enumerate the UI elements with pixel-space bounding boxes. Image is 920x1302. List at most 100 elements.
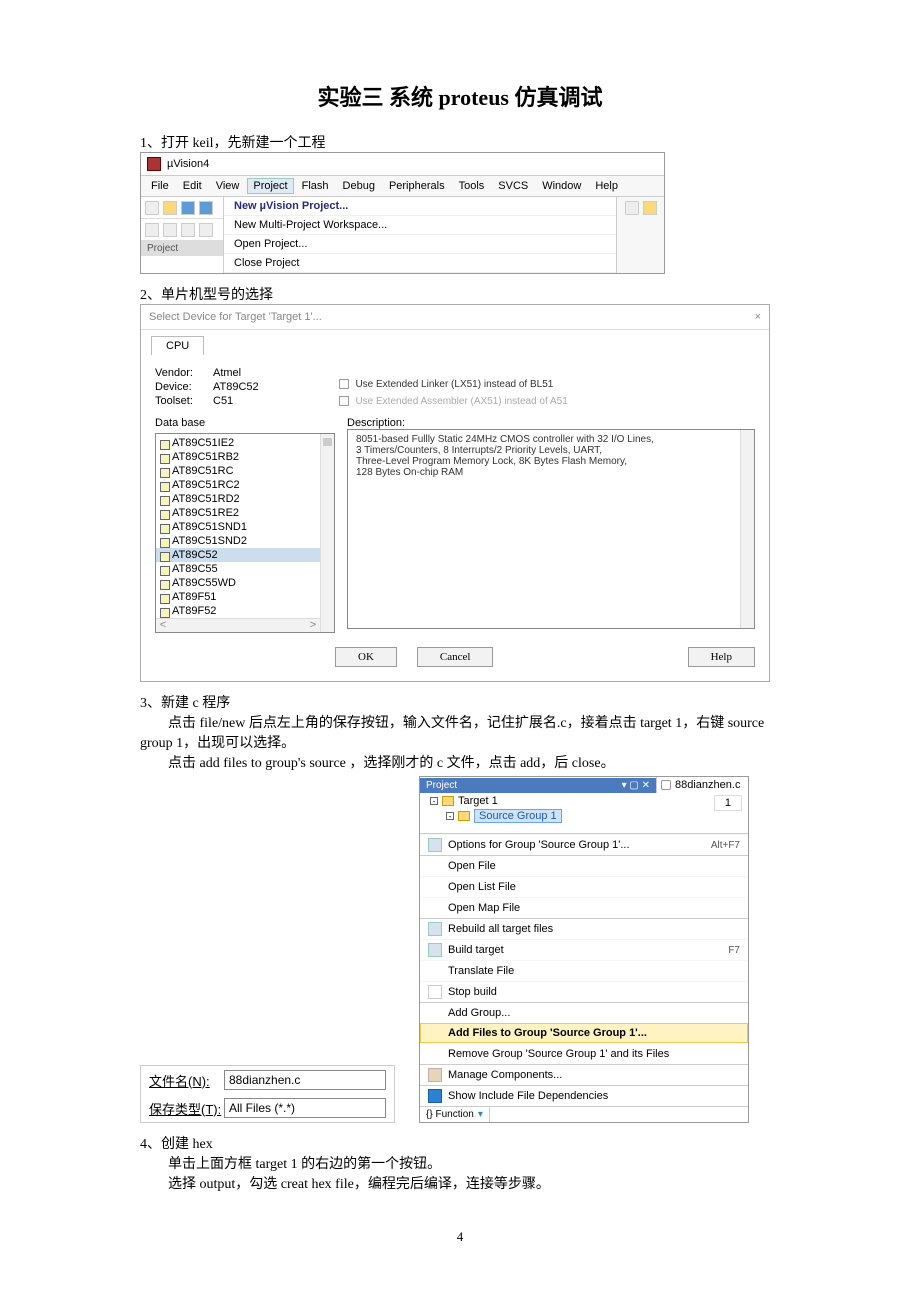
menu-item-add-files-highlighted[interactable]: Add Files to Group 'Source Group 1'...	[448, 1027, 647, 1039]
step-1: 1、打开 keil，先新建一个工程	[140, 132, 780, 152]
help-button[interactable]: Help	[688, 647, 755, 667]
description-label: Description:	[347, 417, 755, 429]
menu-tools[interactable]: Tools	[453, 178, 491, 194]
list-item[interactable]: AT89C51RE2	[156, 506, 334, 520]
menu-item-open-project[interactable]: Open Project...	[224, 235, 616, 254]
menu-item-open-list-file[interactable]: Open List File	[448, 881, 516, 893]
filetype-select[interactable]: All Files (*.*)	[224, 1098, 386, 1118]
list-item[interactable]: AT89C51SND1	[156, 520, 334, 534]
menu-project[interactable]: Project	[247, 178, 293, 194]
toolbar-icon-a[interactable]	[625, 201, 639, 215]
file-tab-label[interactable]: 88dianzhen.c	[675, 779, 740, 791]
close-icon[interactable]: ×	[755, 311, 761, 323]
list-item[interactable]: AT89C51RD2	[156, 492, 334, 506]
new-file-icon[interactable]	[145, 201, 159, 215]
menu-item-new-project[interactable]: New µVision Project...	[224, 197, 616, 216]
page-number: 4	[140, 1229, 780, 1245]
list-item[interactable]: AT89C55	[156, 562, 334, 576]
menu-file[interactable]: File	[145, 178, 175, 194]
list-item[interactable]: AT89C51RC2	[156, 478, 334, 492]
step-3-paragraph-2: 点击 add files to group's source ，选择刚才的 c …	[140, 752, 780, 772]
list-item[interactable]: AT89C51IE2	[156, 436, 334, 450]
menu-item-rebuild-all[interactable]: Rebuild all target files	[448, 923, 553, 935]
step-2: 2、单片机型号的选择	[140, 284, 780, 304]
save-all-icon[interactable]	[199, 201, 213, 215]
menu-item-stop-build[interactable]: Stop build	[448, 986, 497, 998]
menu-item-translate-file[interactable]: Translate File	[448, 965, 514, 977]
menu-item-remove-group[interactable]: Remove Group 'Source Group 1' and its Fi…	[448, 1048, 669, 1060]
shortcut-text: F7	[728, 945, 740, 956]
toolset-label: Toolset:	[155, 395, 205, 407]
toolbar-row2	[141, 219, 223, 241]
scrollbar-vertical[interactable]	[320, 434, 334, 632]
project-tree: - Target 1 - Source Group 1 1	[420, 793, 748, 833]
menu-debug[interactable]: Debug	[337, 178, 381, 194]
project-panel-header: Project	[141, 241, 223, 256]
step-4-paragraph-1: 单击上面方框 target 1 的右边的第一个按钮。	[140, 1153, 780, 1173]
menu-item-build-target[interactable]: Build target	[448, 944, 504, 956]
list-item[interactable]: AT89F52	[156, 604, 334, 618]
cancel-button[interactable]: Cancel	[417, 647, 494, 667]
ok-button[interactable]: OK	[335, 647, 397, 667]
menu-item-close-project[interactable]: Close Project	[224, 254, 616, 273]
screenshot-save-dialog: 文件名(N): 88dianzhen.c 保存类型(T): All Files …	[140, 1065, 395, 1123]
list-item[interactable]: AT89C51SND2	[156, 534, 334, 548]
toolbar-row1	[141, 197, 223, 219]
menu-edit[interactable]: Edit	[177, 178, 208, 194]
checkmark-icon	[428, 1089, 442, 1103]
menu-peripherals[interactable]: Peripherals	[383, 178, 451, 194]
device-list[interactable]: AT89C51IE2 AT89C51RB2 AT89C51RC AT89C51R…	[155, 433, 335, 633]
menu-svcs[interactable]: SVCS	[492, 178, 534, 194]
list-item[interactable]: AT89C51RC	[156, 464, 334, 478]
data-base-label: Data base	[155, 417, 335, 429]
build-icon	[428, 943, 442, 957]
blank-icon	[428, 1026, 442, 1040]
rebuild-icon	[428, 922, 442, 936]
menu-item-manage-components[interactable]: Manage Components...	[448, 1069, 562, 1081]
shortcut-text: Alt+F7	[711, 840, 740, 851]
menu-item-new-multiproject[interactable]: New Multi-Project Workspace...	[224, 216, 616, 235]
folder-icon	[458, 811, 470, 821]
menu-item-options[interactable]: Options for Group 'Source Group 1'...	[448, 839, 630, 851]
menu-help[interactable]: Help	[589, 178, 624, 194]
menu-flash[interactable]: Flash	[296, 178, 335, 194]
menu-view[interactable]: View	[210, 178, 246, 194]
chevron-down-icon: ▾	[478, 1109, 483, 1120]
list-item-selected[interactable]: AT89C52	[156, 548, 334, 562]
project-panel-header: Project ▾ ▢ ✕	[420, 778, 656, 793]
save-icon[interactable]	[181, 201, 195, 215]
build-icon[interactable]	[145, 223, 159, 237]
stop-build-icon[interactable]	[199, 223, 213, 237]
batch-build-icon[interactable]	[181, 223, 195, 237]
open-file-icon[interactable]	[163, 201, 177, 215]
checkbox-extended-assembler	[339, 396, 349, 406]
blank-icon	[428, 859, 442, 873]
footer-tab-function[interactable]: {} Function ▾	[420, 1107, 490, 1122]
list-item[interactable]: AT89C55WD	[156, 576, 334, 590]
context-menu: Options for Group 'Source Group 1'... Al…	[420, 833, 748, 1106]
tab-cpu[interactable]: CPU	[151, 336, 204, 355]
menu-item-open-file[interactable]: Open File	[448, 860, 496, 872]
scrollbar-vertical[interactable]	[740, 430, 754, 628]
tree-target-label[interactable]: Target 1	[458, 795, 498, 807]
device-value: AT89C52	[213, 381, 259, 393]
blank-icon	[428, 1047, 442, 1061]
menu-item-open-map-file[interactable]: Open Map File	[448, 902, 520, 914]
rebuild-icon[interactable]	[163, 223, 177, 237]
tree-collapse-icon[interactable]: -	[446, 812, 454, 820]
menu-item-show-include-deps[interactable]: Show Include File Dependencies	[448, 1090, 608, 1102]
menu-item-add-group[interactable]: Add Group...	[448, 1007, 510, 1019]
project-panel-controls[interactable]: ▾ ▢ ✕	[622, 780, 650, 791]
list-item[interactable]: AT89F51	[156, 590, 334, 604]
scrollbar-horizontal[interactable]: <>	[156, 618, 320, 632]
project-menu-dropdown: New µVision Project... New Multi-Project…	[224, 197, 616, 273]
dialog-title-text: Select Device for Target 'Target 1'...	[149, 311, 322, 323]
checkbox-extended-linker[interactable]	[339, 379, 349, 389]
filename-input[interactable]: 88dianzhen.c	[224, 1070, 386, 1090]
menu-window[interactable]: Window	[536, 178, 587, 194]
toolbar-icon-b[interactable]	[643, 201, 657, 215]
tree-source-group-selected[interactable]: Source Group 1	[474, 809, 562, 823]
tree-collapse-icon[interactable]: -	[430, 797, 438, 805]
list-item[interactable]: AT89C51RB2	[156, 450, 334, 464]
app-title: µVision4	[167, 158, 209, 170]
